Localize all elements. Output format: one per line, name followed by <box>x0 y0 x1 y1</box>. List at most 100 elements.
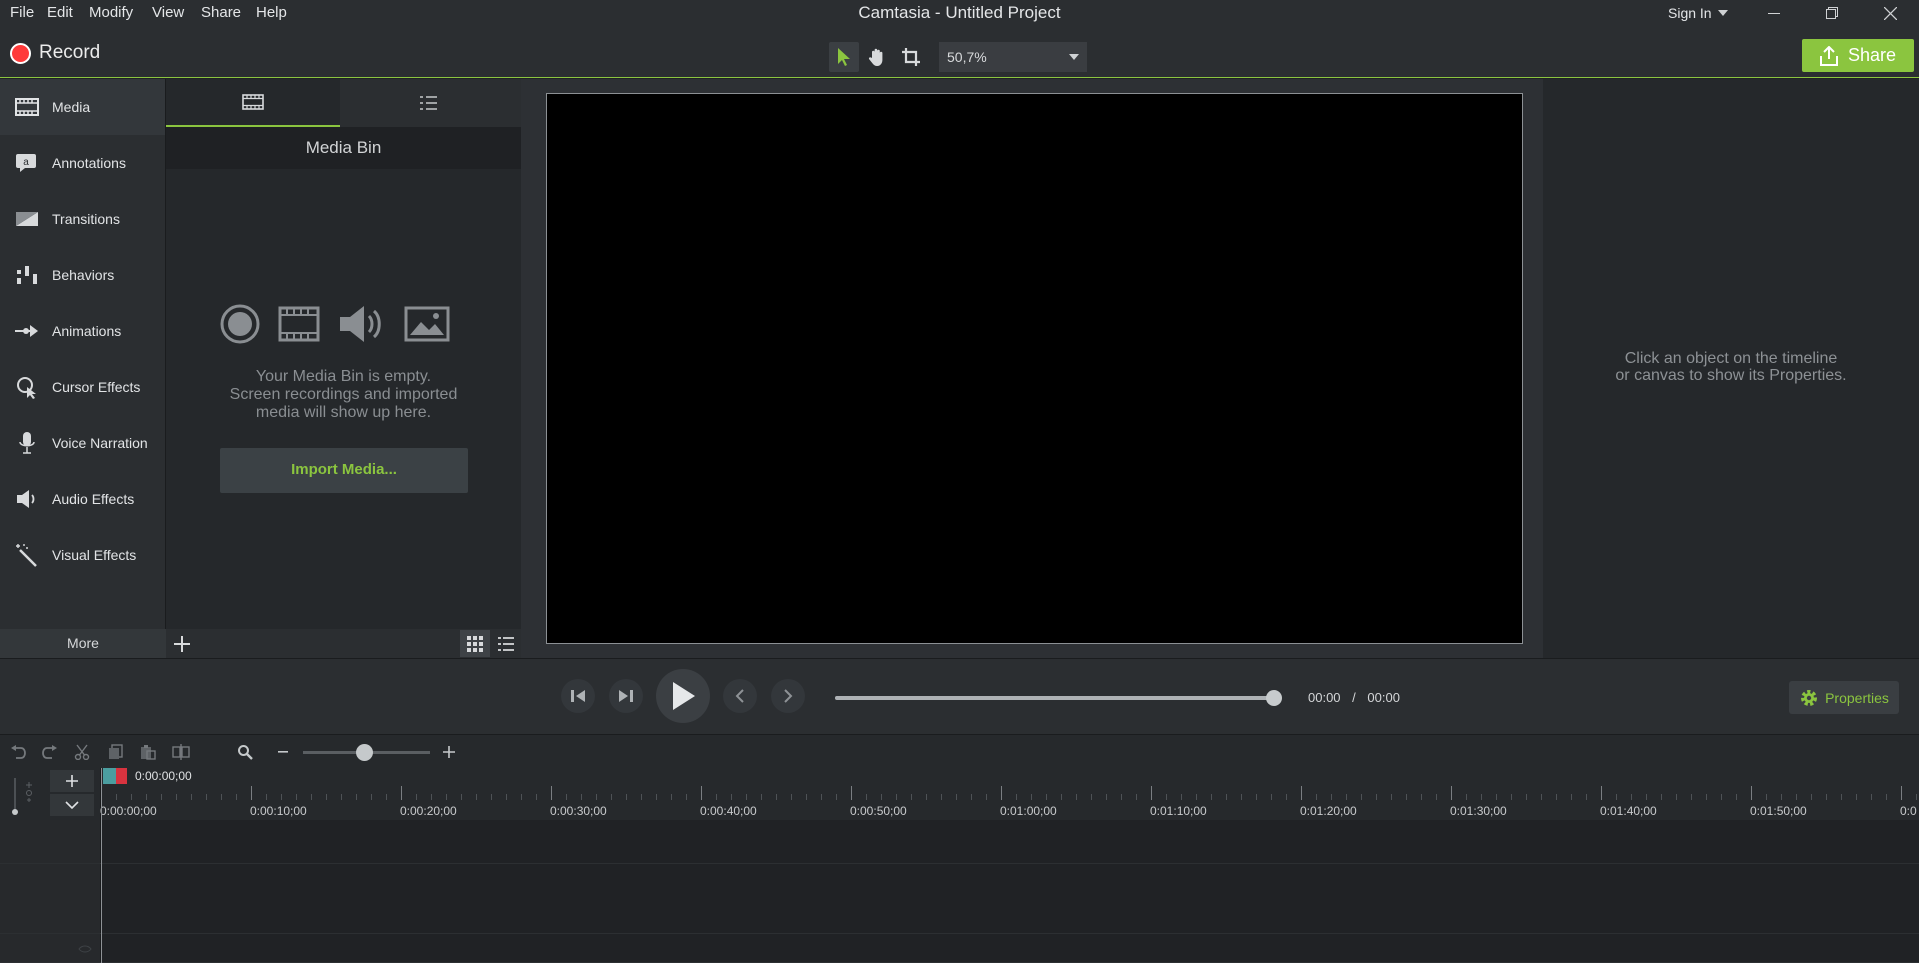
zoom-to-fit-button[interactable] <box>236 743 254 761</box>
properties-label: Properties <box>1825 689 1889 706</box>
add-media-button[interactable] <box>168 630 195 657</box>
paste-icon <box>140 744 156 760</box>
sign-in-dropdown[interactable]: Sign In <box>1668 5 1728 21</box>
main-toolbar: Record 50,7% Share <box>0 26 1919 78</box>
sidebar-item-audio-effects[interactable]: Audio Effects <box>0 471 165 527</box>
track-head[interactable] <box>0 934 101 962</box>
share-button[interactable]: Share <box>1802 39 1914 72</box>
sidebar-item-media[interactable]: Media <box>0 79 165 135</box>
select-tool-button[interactable] <box>829 42 859 72</box>
record-circle-icon <box>220 304 260 344</box>
menu-share[interactable]: Share <box>201 4 241 21</box>
sidebar-item-visual-effects[interactable]: Visual Effects <box>0 527 165 583</box>
record-button[interactable]: Record <box>10 42 100 64</box>
zoom-level-value: 50,7% <box>947 49 987 65</box>
film-strip-icon <box>14 94 40 120</box>
title-bar: File Edit Modify View Share Help Camtasi… <box>0 0 1919 26</box>
tab-library[interactable] <box>341 79 515 127</box>
timeline-tracks <box>0 820 1919 963</box>
restore-button[interactable] <box>1809 0 1855 26</box>
copy-icon <box>108 744 124 760</box>
transition-icon <box>14 206 40 232</box>
crop-tool-button[interactable] <box>896 42 926 72</box>
track-row[interactable] <box>0 864 1919 934</box>
plus-icon <box>66 775 78 787</box>
play-button[interactable] <box>656 669 710 723</box>
ruler-tick-label: 0:00:10;00 <box>250 804 307 818</box>
media-bin-tabs <box>166 79 521 127</box>
import-media-button[interactable]: Import Media... <box>220 448 468 493</box>
step-forward-button[interactable] <box>609 679 643 713</box>
menu-edit[interactable]: Edit <box>47 4 73 21</box>
annotation-icon: a <box>14 150 40 176</box>
split-button[interactable] <box>172 743 190 761</box>
hint-line-1: Click an object on the timeline <box>1624 350 1838 367</box>
grid-view-button[interactable] <box>460 630 490 657</box>
ruler-tick-label: 0:0 <box>1900 804 1917 818</box>
previous-marker-button[interactable] <box>723 679 757 713</box>
magnifier-icon <box>237 744 253 760</box>
share-icon <box>1819 45 1838 66</box>
preview-canvas[interactable] <box>546 93 1523 644</box>
track-row[interactable] <box>0 934 1919 963</box>
tools-sidebar: Media a Annotations Transitions Behavior… <box>0 79 166 658</box>
track-head[interactable] <box>0 864 101 933</box>
track-options-button[interactable] <box>50 794 94 816</box>
menu-view[interactable]: View <box>152 4 184 21</box>
step-back-icon <box>569 688 587 704</box>
menu-modify[interactable]: Modify <box>89 4 133 21</box>
zoom-out-button[interactable] <box>275 743 293 761</box>
properties-button[interactable]: Properties <box>1789 681 1899 714</box>
more-button[interactable]: More <box>0 629 166 658</box>
track-height-slider-icon <box>11 774 37 816</box>
sidebar-item-transitions[interactable]: Transitions <box>0 191 165 247</box>
sidebar-item-behaviors[interactable]: Behaviors <box>0 247 165 303</box>
copy-button[interactable] <box>107 743 125 761</box>
playback-scrubber[interactable] <box>835 696 1275 700</box>
cut-button[interactable] <box>73 743 91 761</box>
ruler-tick-label: 0:01:40;00 <box>1600 804 1657 818</box>
sidebar-item-label: Voice Narration <box>52 435 148 451</box>
close-window-button[interactable] <box>1867 0 1913 26</box>
ruler-tick-label: 0:01:00;00 <box>1000 804 1057 818</box>
eye-icon[interactable] <box>78 945 92 953</box>
zoom-level-dropdown[interactable]: 50,7% <box>939 42 1087 72</box>
speaker-icon <box>14 486 40 512</box>
current-time: 00:00 <box>1308 690 1341 705</box>
plus-icon <box>443 746 455 758</box>
sidebar-item-voice-narration[interactable]: Voice Narration <box>0 415 165 471</box>
paste-button[interactable] <box>139 743 157 761</box>
step-back-button[interactable] <box>561 679 595 713</box>
list-view-button[interactable] <box>491 630 521 657</box>
timeline-ruler[interactable]: 0:00:00;00 0:00:00;00 0:00:10;00 0:00:20;0… <box>100 768 1919 820</box>
empty-line-3: media will show up here. <box>255 404 432 421</box>
sidebar-item-label: Audio Effects <box>52 491 135 507</box>
sidebar-item-annotations[interactable]: a Annotations <box>0 135 165 191</box>
track-head[interactable] <box>0 820 101 863</box>
redo-icon <box>42 745 58 759</box>
menu-help[interactable]: Help <box>256 4 287 21</box>
undo-button[interactable] <box>9 743 27 761</box>
magic-wand-icon <box>14 542 40 568</box>
redo-button[interactable] <box>41 743 59 761</box>
tab-media-bin[interactable] <box>166 79 340 127</box>
track-row[interactable] <box>0 820 1919 864</box>
sidebar-item-cursor-effects[interactable]: Cursor Effects <box>0 359 165 415</box>
ruler-tick-label: 0:01:30;00 <box>1450 804 1507 818</box>
next-marker-button[interactable] <box>771 679 805 713</box>
media-bin-panel: Media Bin Your Media Bin is empty. Scree… <box>166 79 521 658</box>
zoom-in-button[interactable] <box>440 743 458 761</box>
grid-icon <box>467 635 483 652</box>
scrubber-handle[interactable] <box>1266 690 1282 706</box>
restore-icon <box>1826 7 1838 19</box>
list-icon <box>497 636 515 652</box>
minimize-button[interactable] <box>1751 0 1797 26</box>
sidebar-item-animations[interactable]: Animations <box>0 303 165 359</box>
time-separator: / <box>1352 690 1356 705</box>
menu-file[interactable]: File <box>10 4 34 21</box>
pan-tool-button[interactable] <box>862 42 892 72</box>
add-track-button[interactable] <box>50 770 94 792</box>
minus-icon <box>278 751 290 753</box>
split-icon <box>172 744 190 760</box>
timeline-zoom-handle[interactable] <box>356 744 373 761</box>
